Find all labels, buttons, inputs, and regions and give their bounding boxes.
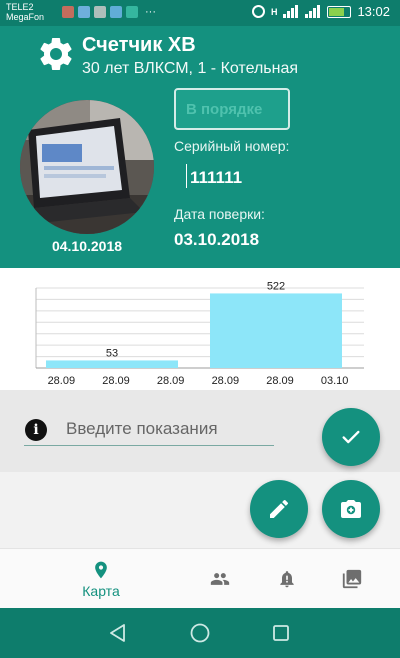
battery-icon xyxy=(327,5,352,18)
bottom-navigation: Карта xyxy=(0,548,400,608)
more-notifications: ··· xyxy=(145,6,156,18)
app-bar: Счетчик ХВ 30 лет ВЛКСМ, 1 - Котельная xyxy=(0,26,400,86)
notification-icon xyxy=(94,6,106,18)
recents-icon[interactable] xyxy=(272,624,290,642)
signal-icon xyxy=(305,5,321,18)
verification-label: Дата поверки: xyxy=(174,206,265,222)
notification-icons: ··· xyxy=(62,6,156,18)
pencil-icon xyxy=(270,499,289,518)
serial-label: Серийный номер: xyxy=(174,138,290,154)
back-icon[interactable] xyxy=(108,623,128,643)
reading-input[interactable] xyxy=(24,412,274,446)
data-label: 522 xyxy=(267,280,285,292)
screen: TELE2 MegaFon ··· H 13:02 Счетчик ХВ 30 … xyxy=(0,0,400,658)
confirm-button[interactable] xyxy=(322,408,380,466)
photo-date: 04.10.2018 xyxy=(51,238,123,254)
carrier-1: TELE2 xyxy=(6,2,34,12)
x-tick-label: 28.09 xyxy=(48,375,76,387)
notification-icon xyxy=(78,6,90,18)
status-bar: TELE2 MegaFon ··· H 13:02 xyxy=(0,0,400,26)
gear-icon[interactable] xyxy=(36,34,76,74)
clock: 13:02 xyxy=(357,4,390,19)
edit-button[interactable] xyxy=(250,480,308,538)
notification-icon xyxy=(126,6,138,18)
photo-button[interactable] xyxy=(322,480,380,538)
x-tick-label: 28.09 xyxy=(266,375,294,387)
readings-chart: 53 522 28.09 28.09 28.09 28.09 28.09 03.10 xyxy=(0,268,400,390)
x-tick-label: 03.10 xyxy=(321,375,349,387)
nav-item-label: Карта xyxy=(82,583,120,599)
gallery-icon xyxy=(342,569,362,589)
chart-bar xyxy=(46,360,178,368)
x-tick-label: 28.09 xyxy=(157,375,185,387)
chart-bar xyxy=(210,293,342,368)
x-tick-label: 28.09 xyxy=(102,375,130,387)
notification-icon xyxy=(110,6,122,18)
signal-icon xyxy=(283,5,299,18)
data-label: 53 xyxy=(106,347,118,359)
meter-header: 04.10.2018 В порядке Серийный номер: 111… xyxy=(0,86,400,268)
text-cursor xyxy=(186,164,187,188)
nav-item-alerts[interactable] xyxy=(272,549,302,609)
carrier-2: MegaFon xyxy=(6,12,45,22)
meter-photo-image xyxy=(20,100,154,234)
nav-item-people[interactable] xyxy=(204,549,236,609)
people-icon xyxy=(210,573,230,585)
camera-icon xyxy=(341,500,361,518)
network-type: H xyxy=(270,6,278,17)
map-pin-icon xyxy=(95,561,107,579)
nav-item-map[interactable]: Карта xyxy=(70,549,132,609)
page-title: Счетчик ХВ xyxy=(82,34,196,56)
alert-icon xyxy=(280,571,294,588)
page-subtitle: 30 лет ВЛКСМ, 1 - Котельная xyxy=(82,60,299,77)
readings-chart-svg: 53 522 28.09 28.09 28.09 28.09 28.09 03.10 xyxy=(35,280,364,387)
meter-photo[interactable] xyxy=(20,100,154,234)
home-icon[interactable] xyxy=(189,622,211,644)
nav-item-gallery[interactable] xyxy=(336,549,368,609)
alarm-icon xyxy=(251,5,265,18)
status-right: H 13:02 xyxy=(251,4,390,19)
info-icon: i xyxy=(25,419,47,441)
system-navigation-bar xyxy=(0,608,400,658)
status-badge[interactable]: В порядке xyxy=(174,88,290,130)
verification-date: 03.10.2018 xyxy=(174,230,260,249)
check-icon xyxy=(342,430,360,444)
serial-value[interactable]: 111111 xyxy=(190,168,242,188)
notification-icon xyxy=(62,6,74,18)
carrier-names: TELE2 MegaFon xyxy=(6,2,44,22)
x-tick-label: 28.09 xyxy=(212,375,240,387)
